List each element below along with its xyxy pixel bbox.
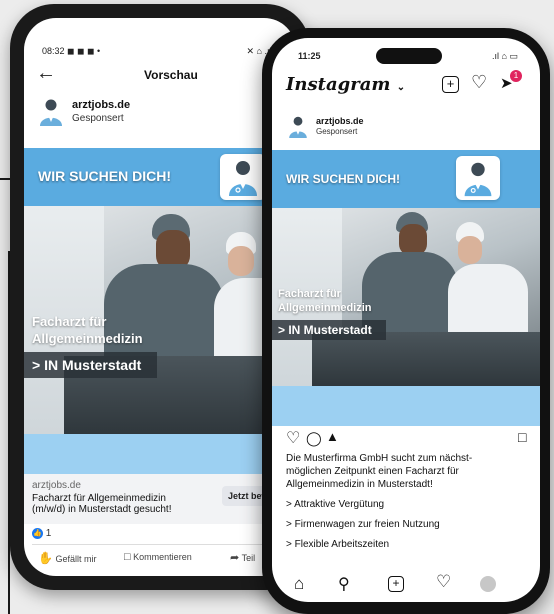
fb-share-button[interactable]: ➦ Teil: [230, 551, 255, 564]
fb-job-title-1: Facharzt für: [32, 314, 107, 329]
doctor-icon: [229, 161, 257, 196]
heart-icon[interactable]: ♡: [471, 72, 487, 93]
doctor-avatar-icon: [40, 99, 62, 126]
instagram-screen: 11:25 .ıl ⌂ ▭ Instagram ⌄ + ♡ ➤ 1 arztjo…: [272, 38, 540, 602]
fb-ad-photo[interactable]: Facharzt für Allgemeinmedizin > IN Muste…: [24, 206, 296, 434]
dynamic-island: [376, 48, 442, 64]
ig-banner: WIR SUCHEN DICH!: [272, 150, 540, 208]
facebook-screen: 08:32 ◼ ◼ ◼ • ✕ ⌂ .ıl 97% ← Vorschau arz…: [24, 18, 296, 576]
ig-bullet-2: > Firmenwagen zur freien Nutzung: [286, 519, 440, 530]
ig-status-right: .ıl ⌂ ▭: [492, 51, 518, 61]
add-post-icon[interactable]: +: [442, 76, 459, 93]
doctor-avatar-icon: [289, 116, 307, 138]
create-icon[interactable]: +: [388, 576, 404, 592]
fb-link-domain: arztjobs.de: [32, 480, 81, 491]
fb-link-title-2: (m/w/d) in Musterstadt gesucht!: [32, 504, 172, 515]
instagram-phone: 11:25 .ıl ⌂ ▭ Instagram ⌄ + ♡ ➤ 1 arztjo…: [262, 28, 550, 614]
bookmark-icon[interactable]: □: [518, 429, 526, 445]
ig-avatar[interactable]: [286, 114, 310, 138]
like-badge-icon: 👍: [32, 528, 43, 539]
ig-doctor-badge: [456, 156, 500, 200]
ig-caption-1: Die Musterfirma GmbH sucht zum nächst-: [286, 453, 473, 464]
chevron-down-icon: ⌄: [396, 82, 406, 93]
ig-job-location: > IN Musterstadt: [272, 320, 386, 340]
fb-like-button[interactable]: ✋ Gefällt mir: [38, 551, 96, 565]
thumbs-up-icon: ✋: [38, 551, 53, 565]
fb-like-count: 👍 1: [32, 528, 52, 540]
instagram-logo[interactable]: Instagram ⌄: [286, 74, 405, 95]
ig-bullet-1: > Attraktive Vergütung: [286, 499, 385, 510]
share-icon: ➦: [230, 552, 240, 564]
ig-job-title-1: Facharzt für: [278, 288, 341, 300]
fb-avatar[interactable]: [36, 96, 66, 126]
ig-job-title-2: Allgemeinmedizin: [278, 302, 372, 314]
fb-link-preview[interactable]: arztjobs.de Facharzt für Allgemeinmedizi…: [24, 474, 296, 524]
fb-job-location: > IN Musterstadt: [24, 352, 158, 378]
ig-status-time: 11:25: [298, 51, 321, 61]
fb-job-title-2: Allgemeinmedizin: [32, 331, 143, 346]
fb-doctor-badge: [220, 154, 266, 200]
share-send-icon[interactable]: ▲: [326, 429, 339, 444]
ig-brand-name[interactable]: arztjobs.de: [316, 116, 364, 126]
activity-heart-icon[interactable]: ♡: [436, 572, 451, 592]
fb-comment-button[interactable]: □ Kommentieren: [124, 551, 192, 563]
ig-ad-photo[interactable]: Facharzt für Allgemeinmedizin > IN Muste…: [272, 208, 540, 386]
ig-sponsored: Gesponsert: [316, 127, 358, 136]
fb-status-time: 08:32 ◼ ◼ ◼ •: [42, 46, 101, 56]
ig-caption-3: Allgemeinmedizin in Musterstadt!: [286, 479, 433, 490]
ig-bullet-3: > Flexible Arbeitszeiten: [286, 539, 390, 550]
ig-caption-2: möglichen Zeitpunkt einen Facharzt für: [286, 466, 459, 477]
comment-icon: □: [124, 551, 131, 563]
doctor-icon: [464, 162, 492, 197]
preview-title: Vorschau: [144, 68, 198, 82]
notification-badge: 1: [510, 70, 522, 82]
search-icon[interactable]: ⚲: [338, 574, 350, 594]
ig-bottom-band: [272, 386, 540, 426]
fb-banner-text: WIR SUCHEN DICH!: [38, 168, 171, 184]
ig-banner-text: WIR SUCHEN DICH!: [286, 172, 400, 186]
fb-banner: WIR SUCHEN DICH!: [24, 148, 296, 206]
like-heart-icon[interactable]: ♡: [286, 428, 300, 448]
fb-divider: [32, 544, 288, 545]
profile-avatar-icon[interactable]: [480, 576, 496, 592]
comment-bubble-icon[interactable]: ◯: [306, 430, 322, 447]
fb-sponsored: Gesponsert: [72, 113, 124, 124]
fb-bottom-band: [24, 434, 296, 474]
fb-brand-name[interactable]: arztjobs.de: [72, 99, 130, 111]
home-icon[interactable]: ⌂: [294, 574, 304, 594]
back-arrow-icon[interactable]: ←: [36, 62, 56, 85]
